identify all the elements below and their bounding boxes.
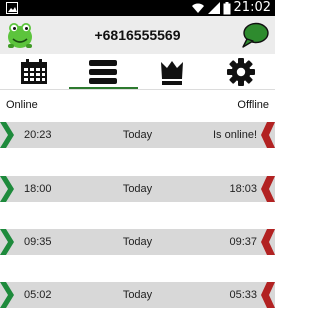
phone-number-title: +6816555569 — [94, 27, 181, 43]
crown-icon — [160, 61, 183, 85]
tab-calendar[interactable] — [0, 54, 69, 90]
signal-icon — [207, 2, 220, 14]
tab-bar — [0, 54, 275, 90]
session-row[interactable]: 05:02 Today 05:33 — [0, 282, 275, 308]
offline-time: Is online! — [212, 129, 257, 141]
app-header: +6816555569 — [0, 16, 275, 54]
offline-arrow-icon — [261, 282, 275, 308]
session-row[interactable]: 20:23 Today Is online! — [0, 122, 275, 148]
offline-arrow-icon — [261, 229, 275, 255]
tab-list[interactable] — [68, 54, 138, 90]
gallery-notification-icon — [6, 2, 18, 14]
offline-time: 05:33 — [229, 289, 257, 301]
wifi-icon — [191, 3, 204, 13]
database-list-icon — [89, 60, 118, 84]
tab-divider — [0, 89, 275, 90]
calendar-icon — [21, 59, 48, 84]
offline-time: 18:03 — [229, 183, 257, 195]
tab-crown[interactable] — [138, 54, 207, 90]
app-logo-icon[interactable] — [5, 20, 35, 50]
status-bar: 21:02 — [0, 0, 275, 16]
gear-icon — [226, 58, 255, 86]
offline-arrow-icon — [261, 122, 275, 148]
offline-column-label: Offline — [237, 99, 269, 111]
column-header: Online Offline — [0, 96, 275, 114]
clock: 21:02 — [233, 0, 271, 15]
chat-bubble-icon[interactable] — [241, 21, 269, 49]
online-column-label: Online — [6, 99, 38, 111]
session-row[interactable]: 09:35 Today 09:37 — [0, 229, 275, 255]
offline-arrow-icon — [261, 176, 275, 202]
battery-icon — [223, 1, 231, 14]
tab-settings[interactable] — [206, 54, 275, 90]
offline-time: 09:37 — [229, 236, 257, 248]
session-row[interactable]: 18:00 Today 18:03 — [0, 176, 275, 202]
